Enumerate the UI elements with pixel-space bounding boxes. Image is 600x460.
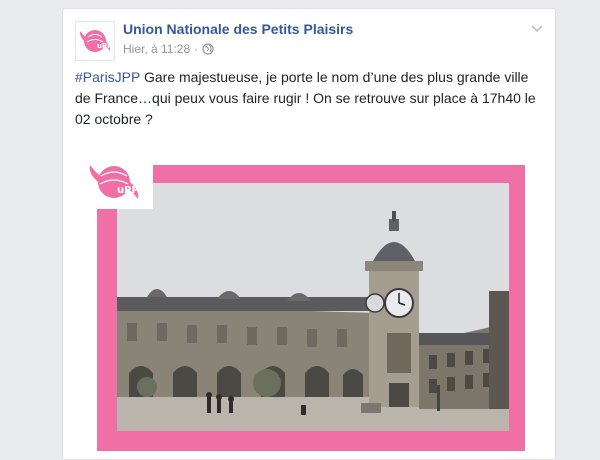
upp-logo-icon: uPP [89, 165, 139, 199]
post-card: uPP Union Nationale des Petits Plaisirs … [62, 8, 556, 460]
globe-icon[interactable] [202, 43, 214, 55]
upp-logo-icon: uPP [79, 30, 112, 52]
post-text: Gare majestueuse, je porte le nom d’une … [75, 69, 536, 127]
gare-de-lyon-photo [117, 183, 509, 431]
post-meta: Hier, à 11:28 · [123, 42, 214, 56]
page-avatar[interactable]: uPP [75, 21, 115, 61]
post-timestamp[interactable]: Hier, à 11:28 [123, 42, 190, 56]
logo-text: uPP [97, 42, 112, 50]
hashtag-link[interactable]: #ParisJPP [75, 69, 140, 85]
page-name-link[interactable]: Union Nationale des Petits Plaisirs [123, 21, 353, 37]
meta-separator: · [194, 42, 199, 56]
post-body: #ParisJPP Gare majestueuse, je porte le … [75, 67, 545, 130]
post-photo[interactable]: uPP [75, 155, 525, 451]
post-options-button[interactable] [529, 21, 545, 37]
photo-logo: uPP [75, 155, 153, 209]
chevron-down-icon [531, 25, 543, 33]
logo-text: uPP [117, 185, 139, 196]
